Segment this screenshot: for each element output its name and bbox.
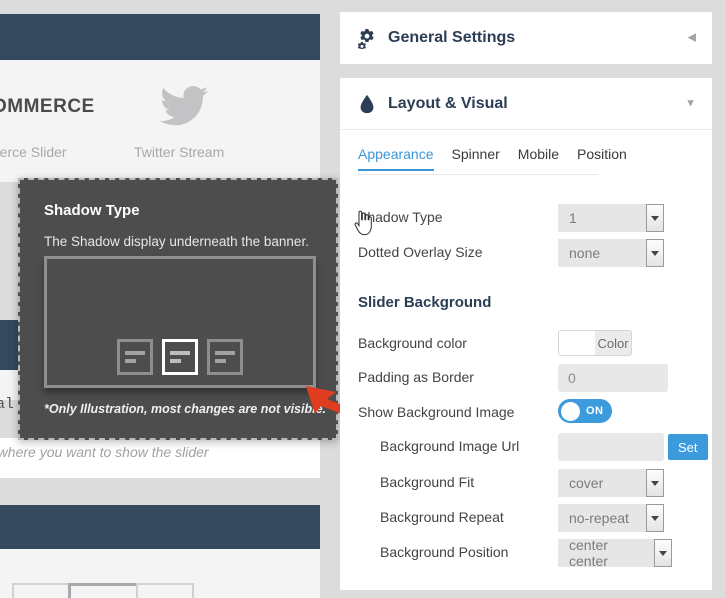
background-position-label: Background Position xyxy=(380,544,508,560)
woocommerce-title: OMMERCE xyxy=(0,96,132,118)
field-dotted-overlay-size: Dotted Overlay Size none xyxy=(358,239,694,269)
field-background-position: Background Position center center xyxy=(358,539,694,569)
set-button[interactable]: Set xyxy=(668,434,708,460)
field-shadow-type: Shadow Type 1 xyxy=(358,204,694,234)
card-line-long xyxy=(125,351,145,355)
toggle-state-label: ON xyxy=(586,405,604,417)
triangle-left-icon[interactable]: ◀ xyxy=(688,33,696,44)
field-padding-as-border: Padding as Border xyxy=(358,364,694,394)
navy-bottom-bar xyxy=(0,505,320,549)
settings-panel: General Settings ◀ Layout & Visual ▼ App… xyxy=(340,0,726,598)
field-background-fit: Background Fit cover xyxy=(358,469,694,499)
card-line-short xyxy=(170,359,181,363)
chevron-down-icon[interactable] xyxy=(646,504,664,532)
background-color-picker[interactable]: Color xyxy=(558,330,632,356)
card-line-short xyxy=(215,359,226,363)
background-image-url-control: Set xyxy=(558,433,708,461)
background-color-label: Background color xyxy=(358,335,467,351)
slider-background-section-title: Slider Background xyxy=(358,294,491,311)
color-swatch[interactable] xyxy=(559,331,595,355)
padding-as-border-control xyxy=(558,364,668,392)
navy-header-bar xyxy=(0,14,320,60)
twitter-stream-caption: Twitter Stream xyxy=(134,144,224,160)
background-fit-value: cover xyxy=(558,469,646,497)
woocommerce-caption: merce Slider xyxy=(0,144,138,160)
chevron-down-icon[interactable] xyxy=(654,539,672,567)
general-settings-card: General Settings ◀ xyxy=(340,12,712,64)
layout-visual-header[interactable]: Layout & Visual ▼ xyxy=(340,78,712,130)
show-background-image-label: Show Background Image xyxy=(358,404,514,420)
shadow-type-select[interactable]: 1 xyxy=(558,204,664,232)
color-button-label[interactable]: Color xyxy=(595,331,631,355)
shadow-type-value: 1 xyxy=(558,204,646,232)
tooltip-description: The Shadow display underneath the banner… xyxy=(44,234,319,249)
tab-mobile[interactable]: Mobile xyxy=(518,146,559,171)
illustration-card-2-selected xyxy=(162,339,198,375)
background-repeat-select[interactable]: no-repeat xyxy=(558,504,664,532)
tooltip-illustration xyxy=(44,256,316,388)
background-position-value: center center xyxy=(558,539,654,567)
toggle-knob xyxy=(561,402,580,421)
chevron-down-icon[interactable] xyxy=(646,204,664,232)
tabs-divider xyxy=(358,174,598,175)
tab-spinner[interactable]: Spinner xyxy=(452,146,500,171)
gears-icon xyxy=(356,27,378,49)
shadow-type-tooltip: Shadow Type The Shadow display underneat… xyxy=(18,178,338,440)
partial-text: al xyxy=(0,396,14,413)
card-line-short xyxy=(125,359,136,363)
chevron-down-icon[interactable] xyxy=(646,469,664,497)
layout-visual-card: Layout & Visual ▼ Appearance Spinner Mob… xyxy=(340,78,712,590)
background-image-url-label: Background Image Url xyxy=(380,438,519,454)
tooltip-note: *Only Illustration, most changes are not… xyxy=(44,402,326,416)
tab-appearance[interactable]: Appearance xyxy=(358,146,434,171)
background-image-url-input[interactable] xyxy=(558,433,664,461)
show-background-image-toggle[interactable]: ON xyxy=(558,399,612,423)
appearance-tabs: Appearance Spinner Mobile Position xyxy=(358,146,627,171)
background-repeat-value: no-repeat xyxy=(558,504,646,532)
illustration-card-3 xyxy=(207,339,243,375)
bottom-option-box-3[interactable] xyxy=(136,583,194,598)
pointing-hand-cursor xyxy=(352,210,372,236)
card-line-long xyxy=(170,351,190,355)
dotted-overlay-size-label: Dotted Overlay Size xyxy=(358,244,483,260)
slider-hint-text: e where you want to show the slider xyxy=(0,444,209,460)
illustration-card-1 xyxy=(117,339,153,375)
tab-position[interactable]: Position xyxy=(577,146,627,171)
field-background-image-url: Background Image Url Set xyxy=(358,433,694,463)
padding-as-border-label: Padding as Border xyxy=(358,369,474,385)
background-position-select[interactable]: center center xyxy=(558,539,672,567)
tooltip-title: Shadow Type xyxy=(44,202,140,219)
padding-as-border-input[interactable] xyxy=(558,364,668,392)
background-fit-select[interactable]: cover xyxy=(558,469,664,497)
chevron-down-icon[interactable] xyxy=(646,239,664,267)
background-repeat-label: Background Repeat xyxy=(380,509,504,525)
bottom-option-box-2[interactable] xyxy=(68,583,140,598)
dotted-overlay-size-value: none xyxy=(558,239,646,267)
general-settings-title: General Settings xyxy=(388,29,515,47)
droplet-icon xyxy=(356,93,378,115)
illustration-cards xyxy=(47,339,313,375)
background-fit-label: Background Fit xyxy=(380,474,474,490)
triangle-down-icon[interactable]: ▼ xyxy=(685,98,696,109)
layout-visual-title: Layout & Visual xyxy=(388,95,508,113)
field-show-background-image: Show Background Image ON xyxy=(358,399,694,429)
field-background-repeat: Background Repeat no-repeat xyxy=(358,504,694,534)
dotted-overlay-size-select[interactable]: none xyxy=(558,239,664,267)
twitter-bird-icon xyxy=(160,85,208,127)
general-settings-header[interactable]: General Settings ◀ xyxy=(340,12,712,64)
card-line-long xyxy=(215,351,235,355)
field-background-color: Background color Color xyxy=(358,330,694,360)
